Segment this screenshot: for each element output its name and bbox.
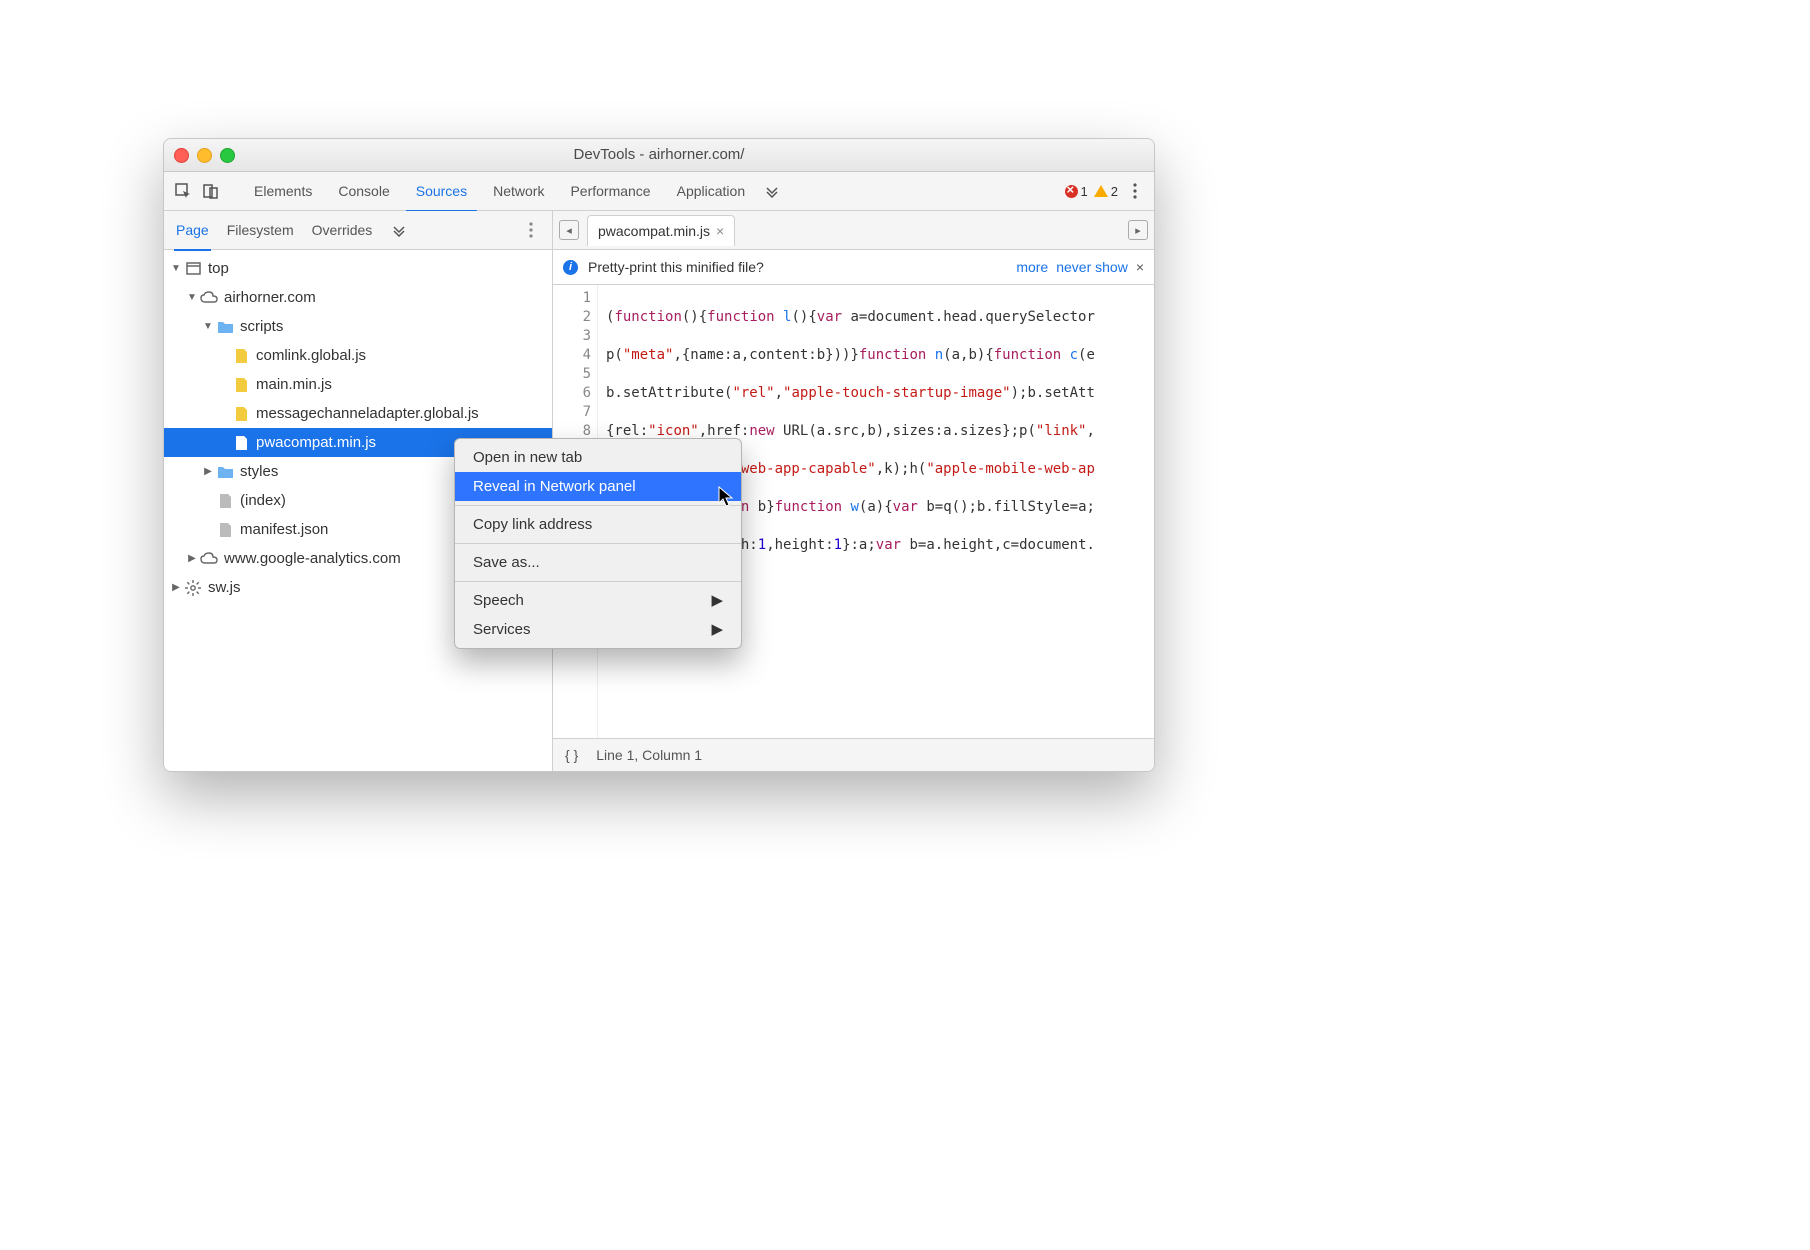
menu-save-as[interactable]: Save as... <box>455 548 741 577</box>
error-count[interactable]: 1 <box>1065 184 1088 199</box>
main-tabs: Elements Console Sources Network Perform… <box>164 172 1154 211</box>
tab-performance[interactable]: Performance <box>560 172 660 210</box>
context-menu: Open in new tab Reveal in Network panel … <box>454 438 742 649</box>
subtabs-overflow-icon[interactable] <box>388 219 410 241</box>
subtab-page[interactable]: Page <box>174 211 211 251</box>
minimize-icon[interactable] <box>197 148 212 163</box>
inspect-icon[interactable] <box>172 180 194 202</box>
device-icon[interactable] <box>200 180 222 202</box>
js-file-icon <box>232 405 250 423</box>
tree-folder-scripts[interactable]: ▼ scripts <box>164 312 552 341</box>
nav-back-icon[interactable]: ◂ <box>559 220 579 240</box>
file-icon <box>216 492 234 510</box>
infobar-more-link[interactable]: more <box>1016 259 1048 275</box>
tab-console[interactable]: Console <box>328 172 399 210</box>
cloud-icon <box>200 550 218 568</box>
subtab-overrides[interactable]: Overrides <box>310 211 375 249</box>
open-file-tab[interactable]: pwacompat.min.js × <box>587 215 735 246</box>
file-icon <box>216 521 234 539</box>
tree-file[interactable]: comlink.global.js <box>164 341 552 370</box>
tree-domain[interactable]: ▼ airhorner.com <box>164 283 552 312</box>
window-title: DevTools - airhorner.com/ <box>164 139 1154 171</box>
tree-file[interactable]: messagechanneladapter.global.js <box>164 399 552 428</box>
cursor-icon <box>718 486 736 508</box>
close-tab-icon[interactable]: × <box>716 223 724 239</box>
editor-status-bar: { } Line 1, Column 1 <box>553 738 1154 771</box>
menu-copy-link[interactable]: Copy link address <box>455 510 741 539</box>
infobar-close-icon[interactable]: × <box>1136 259 1144 275</box>
gear-icon <box>184 579 202 597</box>
tab-elements[interactable]: Elements <box>244 172 322 210</box>
folder-icon <box>216 463 234 481</box>
frame-icon <box>184 260 202 278</box>
warning-icon <box>1094 185 1108 197</box>
submenu-arrow-icon: ▶ <box>711 615 723 644</box>
close-icon[interactable] <box>174 148 189 163</box>
js-file-icon <box>232 347 250 365</box>
folder-icon <box>216 318 234 336</box>
info-icon: i <box>563 260 578 275</box>
nav-forward-icon[interactable]: ▸ <box>1128 220 1148 240</box>
infobar-never-link[interactable]: never show <box>1056 259 1128 275</box>
titlebar: DevTools - airhorner.com/ <box>164 139 1154 172</box>
menu-speech[interactable]: Speech▶ <box>455 586 741 615</box>
warning-count[interactable]: 2 <box>1094 184 1118 199</box>
cursor-position: Line 1, Column 1 <box>596 747 702 763</box>
tree-top[interactable]: ▼ top <box>164 254 552 283</box>
subtab-filesystem[interactable]: Filesystem <box>225 211 296 249</box>
format-icon[interactable]: { } <box>565 747 578 763</box>
tabs-overflow-icon[interactable] <box>761 180 783 202</box>
error-icon <box>1065 185 1078 198</box>
menu-reveal-network[interactable]: Reveal in Network panel <box>455 472 741 501</box>
navigator-kebab-icon[interactable] <box>520 219 542 241</box>
submenu-arrow-icon: ▶ <box>711 586 723 615</box>
kebab-menu-icon[interactable] <box>1124 180 1146 202</box>
tab-network[interactable]: Network <box>483 172 554 210</box>
pretty-print-bar: i Pretty-print this minified file? more … <box>553 250 1154 285</box>
menu-services[interactable]: Services▶ <box>455 615 741 644</box>
tab-sources[interactable]: Sources <box>406 172 477 212</box>
js-file-icon <box>232 434 250 452</box>
cloud-icon <box>200 289 218 307</box>
js-file-icon <box>232 376 250 394</box>
infobar-message: Pretty-print this minified file? <box>588 259 764 275</box>
maximize-icon[interactable] <box>220 148 235 163</box>
tree-file[interactable]: main.min.js <box>164 370 552 399</box>
menu-open-new-tab[interactable]: Open in new tab <box>455 443 741 472</box>
tab-application[interactable]: Application <box>667 172 756 210</box>
